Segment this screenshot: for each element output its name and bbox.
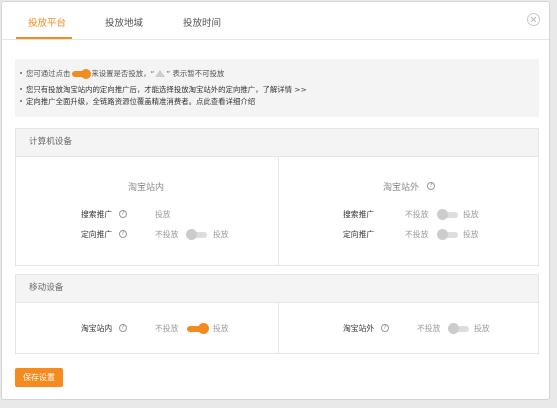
mobile-outside-label: 淘宝站外 <box>343 324 375 333</box>
tab-platform[interactable]: 投放平台 <box>28 15 66 29</box>
pc-outside-targeted-on-label: 投放 <box>463 230 479 239</box>
notice-line-2[interactable]: 您只有投放淘宝站内的定向推广后，才能选择投放淘宝站外的定向推广，了解详情 >> <box>20 84 307 95</box>
notice-text: ” 表示暂不可投放 <box>166 69 225 78</box>
tab-bar: 投放平台 投放地域 投放时间 <box>2 2 549 40</box>
pc-outside-search-label: 搜索推广 <box>343 210 375 219</box>
bullet-icon <box>20 100 22 102</box>
pc-outside-search-switch[interactable] <box>437 209 458 220</box>
save-button[interactable]: 保存设置 <box>15 368 63 387</box>
pc-inside-targeted-switch[interactable] <box>186 229 207 240</box>
mobile-device-panel: 移动设备 淘宝站内 ? 不投放 投放 淘宝站外 ? 不投放 投放 <box>15 274 539 354</box>
mobile-inside-switch[interactable] <box>187 323 209 334</box>
active-tab-indicator <box>16 37 72 39</box>
bullet-icon <box>20 72 22 74</box>
help-icon[interactable]: ? <box>381 324 389 332</box>
notice-text: 来设置是否投放，“ <box>91 69 155 78</box>
pc-outside-targeted-label: 定向推广 <box>343 230 375 239</box>
pc-outside-targeted-switch[interactable] <box>437 229 458 240</box>
tab-region[interactable]: 投放地域 <box>105 15 143 29</box>
pc-outside-search-off-label: 不投放 <box>405 210 429 219</box>
pc-inside-targeted-on-label: 投放 <box>213 230 229 239</box>
pc-section-title: 计算机设备 <box>16 129 538 157</box>
pc-inside-search-state: 投放 <box>155 210 171 219</box>
mobile-inside-off-label: 不投放 <box>155 324 179 333</box>
mobile-outside-off-label: 不投放 <box>417 324 441 333</box>
pc-inside-title: 淘宝站内 <box>128 183 165 193</box>
help-icon[interactable]: ? <box>427 182 435 190</box>
tab-time[interactable]: 投放时间 <box>183 15 221 29</box>
pc-outside-search-on-label: 投放 <box>463 210 479 219</box>
notice-line-3[interactable]: 定向推广全面升级，全链路资源位覆盖精准消费者。点此查看详细介绍 <box>20 96 255 107</box>
notice-link-details[interactable]: 您只有投放淘宝站内的定向推广后，才能选择投放淘宝站外的定向推广，了解详情 >> <box>26 85 307 94</box>
help-icon[interactable]: ? <box>119 230 127 238</box>
notice-text: 您可通过点击 <box>26 69 71 78</box>
mobile-inside-label: 淘宝站内 <box>81 324 113 333</box>
notice-link-intro[interactable]: 定向推广全面升级，全链路资源位覆盖精准消费者。点此查看详细介绍 <box>26 97 255 106</box>
mobile-outside-on-label: 投放 <box>474 324 490 333</box>
pc-inside-targeted-label: 定向推广 <box>81 230 113 239</box>
triangle-icon <box>155 70 166 77</box>
pc-inside-search-label: 搜索推广 <box>81 210 113 219</box>
help-icon[interactable]: ? <box>119 324 127 332</box>
help-icon[interactable]: ? <box>119 210 127 218</box>
close-icon[interactable] <box>527 13 540 26</box>
pc-outside-title: 淘宝站外 <box>383 183 420 193</box>
notice-box: 您可通过点击 来设置是否投放，“ ” 表示暂不可投放 您只有投放淘宝站内的定向推广后… <box>15 59 539 117</box>
mobile-inside-on-label: 投放 <box>213 324 229 333</box>
column-divider <box>278 157 279 265</box>
pc-device-panel: 计算机设备 淘宝站内 搜索推广 ? 投放 定向推广 ? 不投放 投放 淘宝站外 … <box>15 128 539 266</box>
bullet-icon <box>20 88 22 90</box>
toggle-icon <box>72 69 92 79</box>
column-divider <box>278 303 279 353</box>
settings-dialog: 投放平台 投放地域 投放时间 您可通过点击 来设置是否投放，“ ” 表示暂不可投放 … <box>1 1 550 400</box>
notice-line-1: 您可通过点击 来设置是否投放，“ ” 表示暂不可投放 <box>20 68 224 79</box>
pc-inside-targeted-off-label: 不投放 <box>155 230 179 239</box>
mobile-section-title: 移动设备 <box>16 275 538 303</box>
mobile-outside-switch[interactable] <box>448 323 469 334</box>
pc-outside-targeted-off-label: 不投放 <box>405 230 429 239</box>
